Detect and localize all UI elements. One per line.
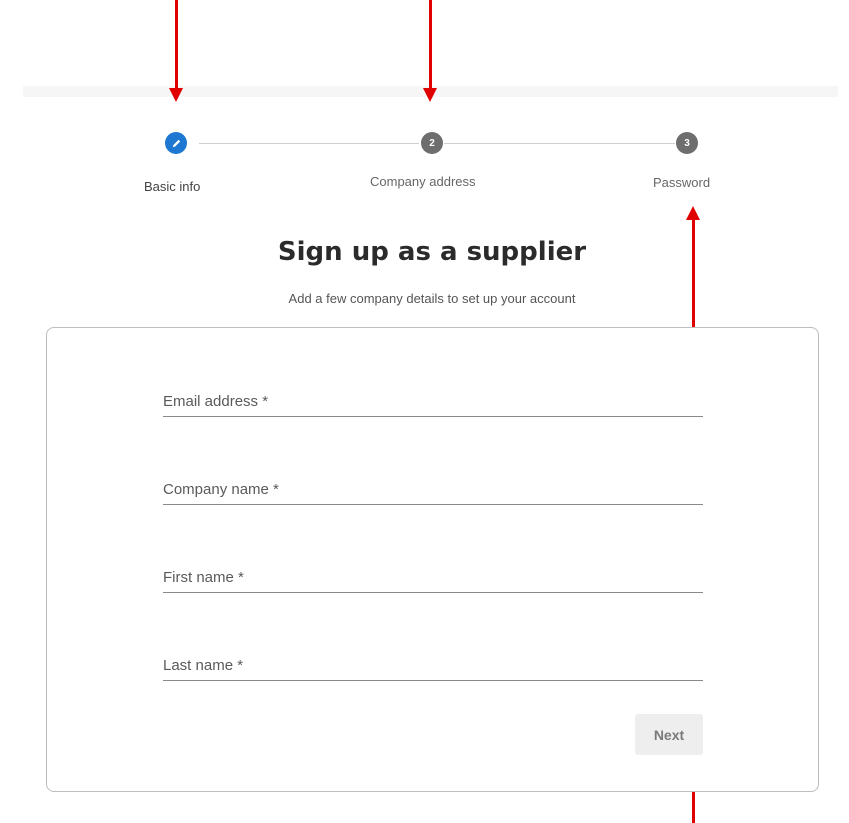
step-3-circle[interactable]: 3: [676, 132, 698, 154]
email-field: [163, 388, 703, 417]
step-connector: [199, 143, 419, 144]
page-subtitle: Add a few company details to set up your…: [288, 291, 576, 306]
email-input[interactable]: [163, 393, 703, 410]
step-2-label: Company address: [370, 174, 476, 189]
last-name-input[interactable]: [163, 657, 703, 674]
first-name-input[interactable]: [163, 569, 703, 586]
page-title: Sign up as a supplier: [277, 237, 587, 267]
pencil-icon: [171, 138, 182, 149]
step-connector: [444, 143, 675, 144]
step-1-label: Basic info: [144, 179, 201, 194]
step-2-number: 2: [429, 137, 435, 149]
step-1-circle[interactable]: [165, 132, 187, 154]
company-name-input[interactable]: [163, 481, 703, 498]
first-name-field: [163, 564, 703, 593]
step-2-circle[interactable]: 2: [421, 132, 443, 154]
last-name-field: [163, 652, 703, 681]
next-button[interactable]: Next: [635, 714, 703, 755]
step-3-label: Password: [653, 175, 711, 190]
company-name-field: [163, 476, 703, 505]
step-3-number: 3: [684, 137, 690, 149]
